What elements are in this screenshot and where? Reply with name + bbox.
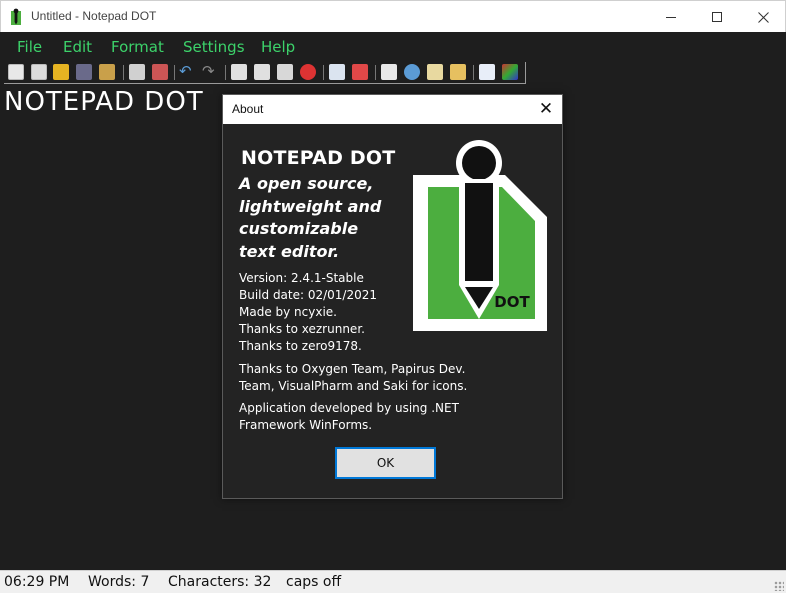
maximize-icon <box>712 12 722 22</box>
new-file-icon[interactable] <box>8 64 24 80</box>
resize-grip[interactable] <box>774 581 784 591</box>
save-as-icon[interactable] <box>99 64 115 80</box>
maximize-button[interactable] <box>694 1 740 33</box>
ok-button[interactable]: OK <box>335 447 436 479</box>
toolbar-separator <box>473 65 474 80</box>
toolbar: ↶ ↷ <box>4 62 526 84</box>
find-icon[interactable] <box>381 64 397 80</box>
tagline-line: A open source, <box>239 174 374 193</box>
open-icon[interactable] <box>53 64 69 80</box>
about-version: Version: 2.4.1-Stable <box>239 271 364 285</box>
copy-icon[interactable] <box>254 64 270 80</box>
close-icon <box>757 11 769 23</box>
zoom-icon[interactable] <box>404 64 420 80</box>
undo-icon[interactable]: ↶ <box>179 64 195 80</box>
tagline-line: text editor. <box>239 241 340 261</box>
cut-icon[interactable] <box>231 64 247 80</box>
about-build-date: Build date: 02/01/2021 <box>239 288 378 302</box>
toolbar-separator <box>174 65 175 80</box>
new-window-icon[interactable] <box>31 64 47 80</box>
menu-bar: File Edit Format Settings Help <box>0 32 786 60</box>
redo-icon[interactable]: ↷ <box>202 64 218 80</box>
about-framework-credit: Application developed by using .NET Fram… <box>239 401 459 432</box>
editor-content[interactable]: NOTEPAD DOT <box>4 87 204 117</box>
about-icons-credit: Thanks to Oxygen Team, Papirus Dev. Team… <box>239 362 468 393</box>
dialog-titlebar: About ✕ <box>223 95 562 124</box>
menu-format[interactable]: Format <box>111 38 164 56</box>
window-titlebar: Untitled - Notepad DOT <box>0 0 786 32</box>
paste-icon[interactable] <box>277 64 293 80</box>
status-words: Words: 7 <box>88 574 150 590</box>
status-bar: 06:29 PM Words: 7 Characters: 32 caps of… <box>0 570 786 593</box>
app-logo-icon: DOT <box>413 140 547 331</box>
menu-file[interactable]: File <box>17 38 42 56</box>
about-made-by: Made by ncyxie. <box>239 305 337 319</box>
about-thanks-1: Thanks to xezrunner. <box>239 322 365 336</box>
select-all-icon[interactable] <box>329 64 345 80</box>
print-icon[interactable] <box>129 64 145 80</box>
color-icon[interactable] <box>502 64 518 80</box>
tagline-line: customizable <box>239 219 359 238</box>
menu-help[interactable]: Help <box>261 38 295 56</box>
status-characters: Characters: 32 <box>168 574 272 590</box>
toolbar-separator <box>375 65 376 80</box>
minimize-button[interactable] <box>648 1 694 33</box>
toolbar-separator <box>323 65 324 80</box>
menu-settings[interactable]: Settings <box>183 38 245 56</box>
app-icon <box>11 8 21 25</box>
close-icon: ✕ <box>538 99 554 118</box>
highlight-icon[interactable] <box>450 64 466 80</box>
toolbar-separator <box>123 65 124 80</box>
dialog-title: About <box>232 102 264 116</box>
status-time: 06:29 PM <box>4 574 70 590</box>
about-dialog: About ✕ NOTEPAD DOT A open source, light… <box>222 94 563 499</box>
minimize-icon <box>666 17 676 18</box>
print-preview-icon[interactable] <box>152 64 168 80</box>
menu-edit[interactable]: Edit <box>63 38 92 56</box>
window-title: Untitled - Notepad DOT <box>31 9 157 23</box>
tagline-line: lightweight and <box>239 196 382 216</box>
about-tagline: A open source, lightweight and customiza… <box>239 173 409 263</box>
delete-icon[interactable] <box>300 64 316 80</box>
logo-text: DOT <box>494 293 530 311</box>
save-icon[interactable] <box>76 64 92 80</box>
close-window-button[interactable] <box>740 1 786 33</box>
about-app-name: NOTEPAD DOT <box>241 147 396 169</box>
about-thanks-2: Thanks to zero9178. <box>239 339 362 353</box>
date-time-icon[interactable] <box>352 64 368 80</box>
dialog-close-button[interactable]: ✕ <box>533 97 559 121</box>
status-caps: caps off <box>286 574 342 590</box>
toolbar-separator <box>225 65 226 80</box>
font-icon[interactable] <box>479 64 495 80</box>
word-wrap-icon[interactable] <box>427 64 443 80</box>
